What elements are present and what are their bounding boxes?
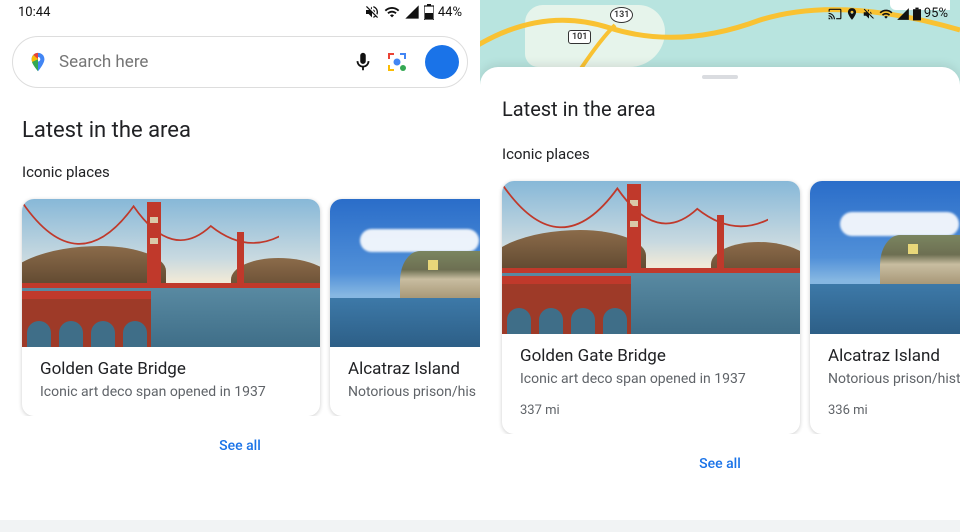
battery-text: 95% [924,6,948,21]
account-avatar[interactable] [425,45,459,79]
place-name: Golden Gate Bridge [40,359,302,379]
status-bar: 10:44 44% [0,0,480,22]
lens-icon [385,50,409,74]
place-name: Golden Gate Bridge [520,346,782,366]
subsection-title: Iconic places [0,163,480,181]
place-photo [502,181,800,334]
left-screenshot: 10:44 44% Latest in the area Iconic plac… [0,0,480,532]
status-bar: 95% [828,6,948,21]
mic-icon [352,51,374,73]
search-input[interactable] [59,52,341,72]
wifi-icon [879,7,893,21]
place-card[interactable]: Golden Gate Bridge Iconic art deco span … [22,199,320,416]
place-card[interactable]: Alcatraz Island Notorious prison/his [330,199,480,416]
bottom-strip [0,520,480,532]
place-photo [22,199,320,347]
subsection-title: Iconic places [480,145,960,163]
section-title: Latest in the area [480,97,960,121]
route-shield: 131 [610,7,633,23]
status-indicators: 44% [364,4,462,20]
cast-icon [828,7,842,21]
place-distance: 336 mi [828,403,960,418]
place-desc: Notorious prison/his [348,384,480,400]
place-distance: 337 mi [520,403,782,418]
battery-icon [424,4,434,20]
battery-icon [913,7,921,21]
place-name: Alcatraz Island [348,359,480,379]
wifi-icon [384,4,400,20]
battery-text: 44% [438,5,462,20]
clock: 10:44 [18,5,50,20]
mute-icon [862,7,876,21]
search-bar[interactable] [12,36,468,88]
route-shield: 101 [568,30,591,44]
location-icon [845,7,859,21]
section-title: Latest in the area [0,118,480,143]
see-all-button[interactable]: See all [0,438,480,454]
voice-search-button[interactable] [351,50,375,74]
place-desc: Iconic art deco span opened in 1937 [520,371,782,387]
drag-handle[interactable] [702,75,738,79]
places-scroller[interactable]: Golden Gate Bridge Iconic art deco span … [480,163,960,434]
place-photo [810,181,960,334]
signal-icon [896,7,910,21]
bottom-sheet[interactable]: Latest in the area Iconic places [480,67,960,532]
signal-icon [404,4,420,20]
place-desc: Notorious prison/hist [828,371,960,387]
right-screenshot: 101 131 95% Latest in the area Iconic pl… [480,0,960,532]
lens-button[interactable] [385,50,409,74]
place-desc: Iconic art deco span opened in 1937 [40,384,302,400]
place-card[interactable]: Alcatraz Island Notorious prison/hist 33… [810,181,960,434]
place-name: Alcatraz Island [828,346,960,366]
places-scroller[interactable]: Golden Gate Bridge Iconic art deco span … [0,181,480,416]
see-all-button[interactable]: See all [480,456,960,472]
place-card[interactable]: Golden Gate Bridge Iconic art deco span … [502,181,800,434]
place-photo [330,199,480,347]
bottom-strip [480,520,960,532]
google-maps-icon [27,51,49,73]
mute-icon [364,4,380,20]
